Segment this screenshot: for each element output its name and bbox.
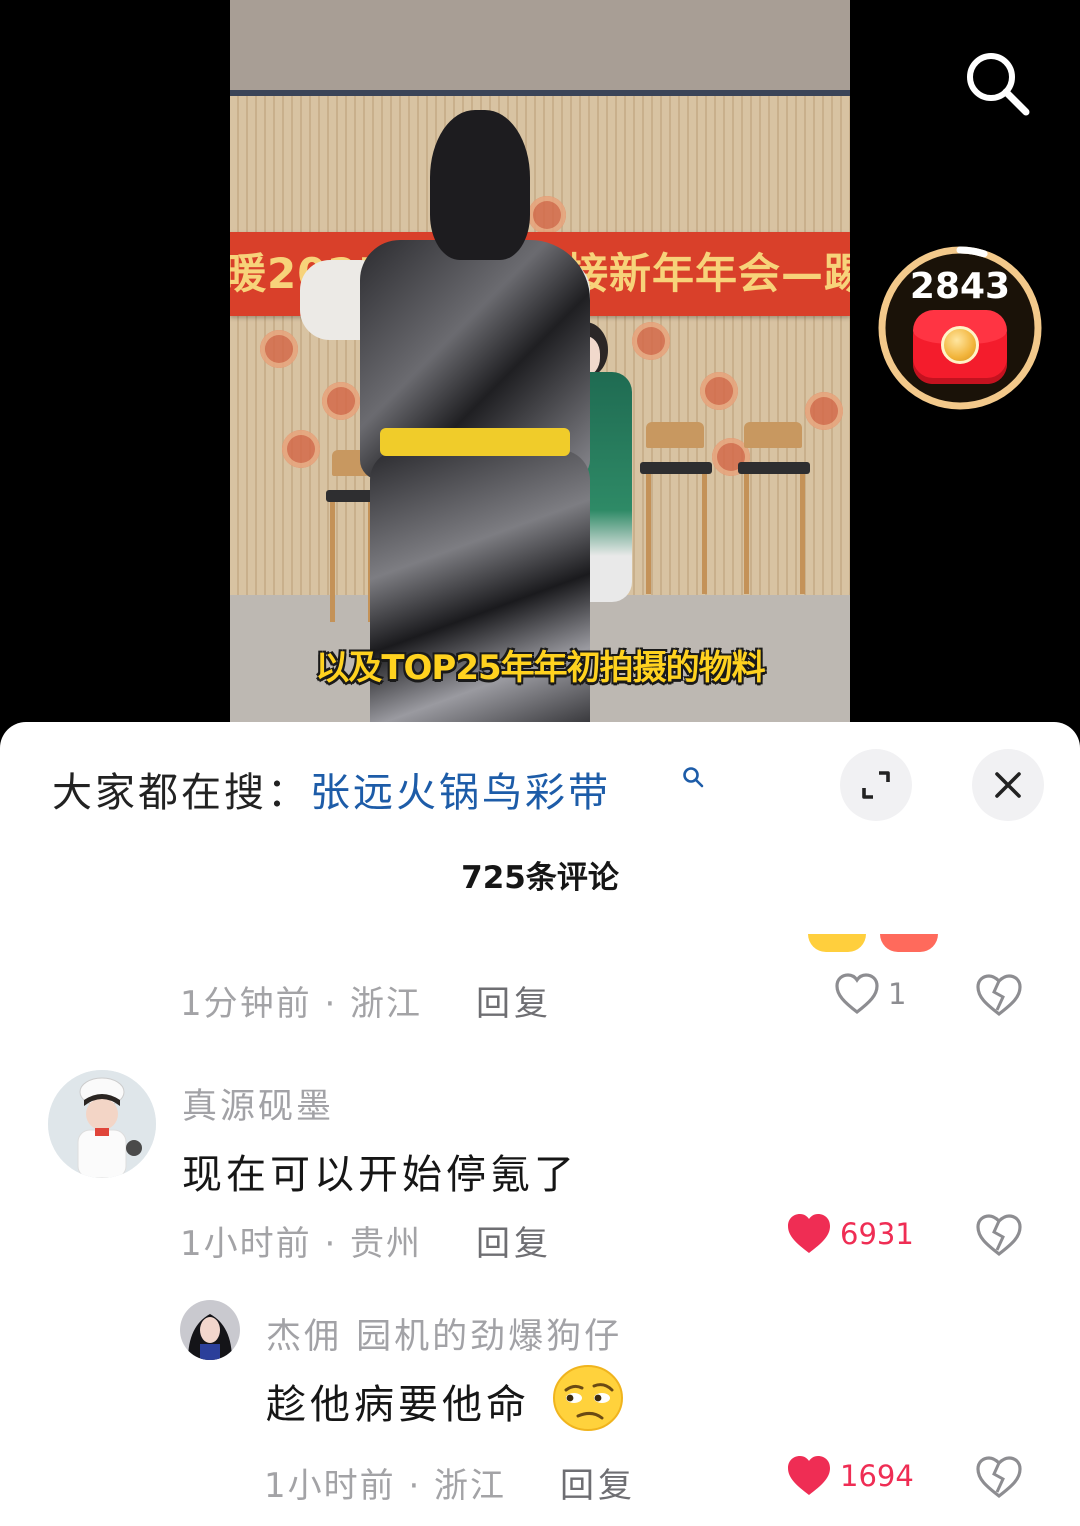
expand-button[interactable] xyxy=(840,749,912,821)
reply-button[interactable]: 回复 xyxy=(476,1216,552,1265)
comment-username[interactable]: 真源砚墨 xyxy=(182,1078,334,1129)
avatar[interactable] xyxy=(180,1300,240,1360)
video-player[interactable]: 暖2025"炉 接新年年会—踢 以及TOP25年年初拍摄的物料 xyxy=(230,0,850,730)
smirk-emoji-icon xyxy=(553,1365,623,1431)
heart-filled-icon xyxy=(788,1456,830,1495)
dislike-icon[interactable] xyxy=(974,1212,1024,1258)
video-decoration xyxy=(260,330,298,368)
like-button[interactable]: 6931 xyxy=(786,1212,914,1256)
like-count: 1 xyxy=(888,977,907,1011)
coin-icon xyxy=(941,326,979,364)
banner-text-right: 接新年年会—踢 xyxy=(566,249,850,298)
close-button[interactable] xyxy=(972,749,1044,821)
comment-text: 现在可以开始停氪了 xyxy=(182,1152,578,1198)
comment-meta: 1小时前 · 贵州 xyxy=(180,1224,423,1264)
close-icon xyxy=(995,772,1021,798)
heart-filled-icon xyxy=(788,1214,830,1253)
like-button[interactable]: 1694 xyxy=(786,1454,914,1498)
search-icon[interactable] xyxy=(964,50,1030,116)
red-packet-count: 2843 xyxy=(909,266,1011,307)
hot-search-term[interactable]: 张远火锅鸟彩带 xyxy=(310,770,611,816)
heart-outline-icon xyxy=(835,973,879,1015)
video-decoration xyxy=(805,392,843,430)
clipped-emoji xyxy=(808,934,866,952)
video-decoration xyxy=(700,372,738,410)
hot-search[interactable]: 大家都在搜：张远火锅鸟彩带 xyxy=(52,760,611,818)
expand-icon xyxy=(862,771,890,799)
video-caption: 以及TOP25年年初拍摄的物料 xyxy=(315,648,765,688)
comment-count: 725条评论 xyxy=(461,860,619,896)
like-count: 1694 xyxy=(840,1459,914,1493)
comment-meta: 1分钟前 · 浙江 xyxy=(180,984,423,1024)
hot-search-label: 大家都在搜： xyxy=(52,770,310,816)
clipped-emoji xyxy=(880,934,938,952)
comment-text: 趁他病要他命 xyxy=(266,1382,530,1428)
like-button[interactable]: 1 xyxy=(834,972,906,1016)
reply-button[interactable]: 回复 xyxy=(560,1458,636,1507)
video-ceiling xyxy=(230,0,850,92)
reply-button[interactable]: 回复 xyxy=(476,976,552,1025)
like-count: 6931 xyxy=(840,1217,914,1251)
dislike-icon[interactable] xyxy=(974,1454,1024,1500)
video-person-main xyxy=(300,110,590,730)
avatar[interactable] xyxy=(48,1070,156,1178)
small-search-icon xyxy=(683,767,704,788)
red-packet-widget[interactable]: 2843 xyxy=(876,244,1044,412)
dislike-icon[interactable] xyxy=(974,972,1024,1018)
comment-meta: 1小时前 · 浙江 xyxy=(264,1466,507,1506)
comments-sheet: 大家都在搜：张远火锅鸟彩带 725条评论 1分钟前 · 浙江 回复 1 真源砚墨… xyxy=(0,722,1080,1526)
comment-username[interactable]: 杰佣 园机的劲爆狗仔 xyxy=(266,1308,622,1359)
